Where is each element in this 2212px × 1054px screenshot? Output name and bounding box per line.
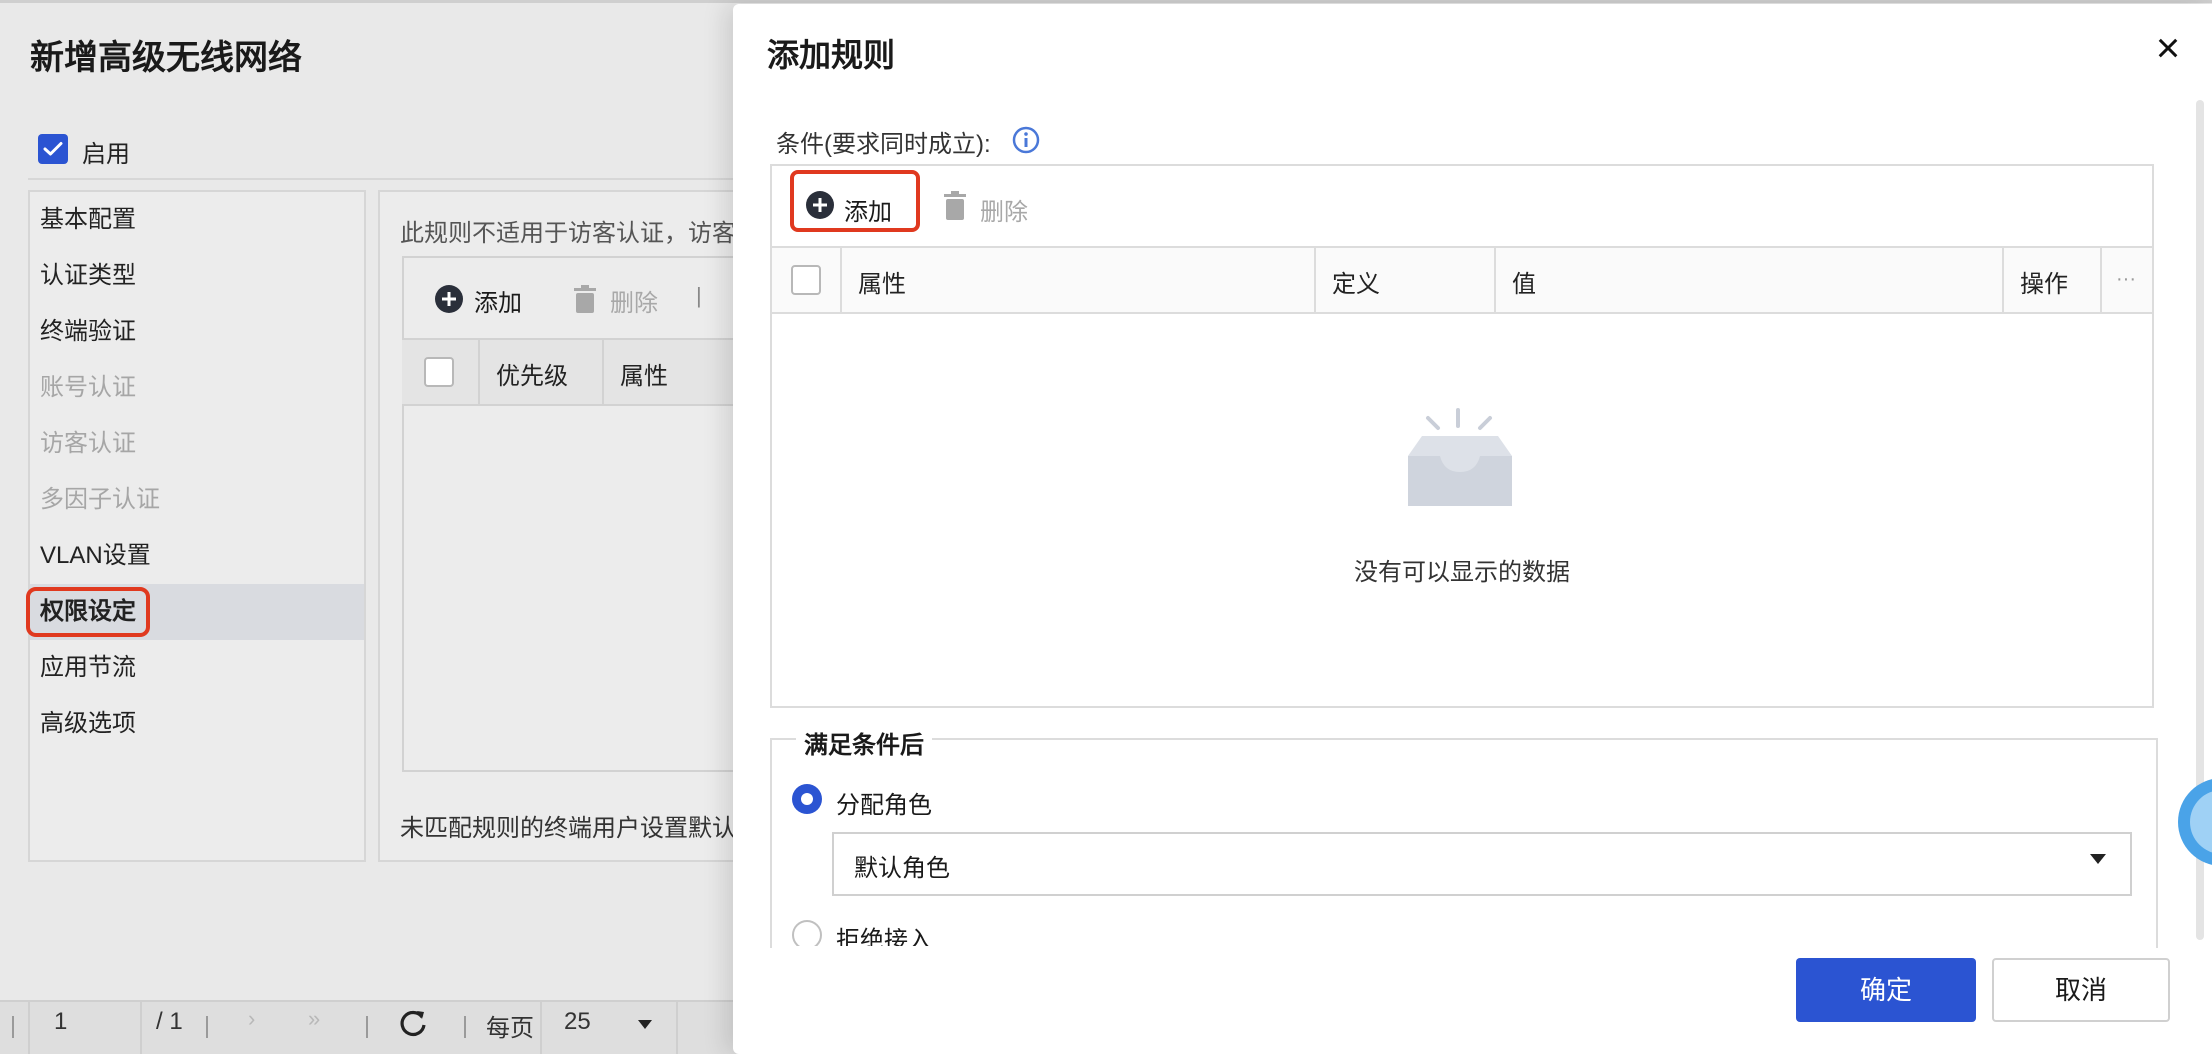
deny-access-label[interactable]: 拒绝接入: [836, 920, 932, 946]
enable-label: 启用: [82, 141, 130, 168]
nav-item-account-auth: 账号认证: [40, 374, 136, 401]
page-number: 1: [54, 1008, 68, 1035]
deny-access-option: 拒绝接入: [770, 912, 2158, 946]
select-all-checkbox[interactable]: [791, 265, 821, 295]
column-header-actions[interactable]: 操作: [2020, 264, 2068, 299]
nav-item-permissions[interactable]: 权限设定: [26, 584, 364, 640]
cancel-button[interactable]: 取消: [1992, 958, 2170, 1022]
column-header-definition[interactable]: 定义: [1332, 264, 1380, 299]
role-select-value: 默认角色: [854, 855, 950, 882]
bg-delete-button: 删除: [610, 290, 658, 317]
per-page-label: 每页: [486, 1015, 534, 1042]
conditions-label: 条件(要求同时成立):: [776, 131, 991, 158]
toolbar-separator: |: [696, 283, 702, 308]
top-divider: [0, 0, 2212, 3]
page-total: / 1: [156, 1008, 183, 1035]
deny-access-radio[interactable]: [792, 920, 822, 946]
nav-item-endpoint-verify[interactable]: 终端验证: [30, 304, 364, 360]
column-header-attribute[interactable]: 属性: [858, 264, 906, 299]
column-divider: [1314, 246, 1316, 314]
nav-item-vlan[interactable]: VLAN设置: [30, 528, 364, 584]
empty-inbox-icon: [1402, 408, 1518, 508]
close-icon[interactable]: ×: [2148, 27, 2188, 69]
chevron-down-icon: [638, 1020, 652, 1029]
column-header-value[interactable]: 值: [1512, 264, 1536, 299]
divider: [28, 178, 748, 180]
trash-icon: [942, 190, 968, 222]
delete-condition-button: 删除: [980, 199, 1028, 226]
nav-item-auth-type[interactable]: 认证类型: [30, 248, 364, 304]
dialog-title: 添加规则: [767, 37, 896, 73]
nav-item-mfa: 多因子认证: [40, 486, 160, 513]
add-condition-button[interactable]: 添加: [844, 192, 892, 227]
rules-table-header: [402, 338, 762, 406]
check-icon: [43, 142, 63, 156]
radio-dot: [801, 793, 813, 805]
chevron-down-icon: [2090, 854, 2106, 864]
info-icon[interactable]: [1012, 126, 1040, 154]
column-divider: [840, 246, 842, 314]
assign-role-label[interactable]: 分配角色: [836, 785, 932, 820]
per-page-value: 25: [564, 1008, 591, 1035]
add-circle-icon[interactable]: [434, 284, 464, 314]
default-rule-note: 未匹配规则的终端用户设置默认: [400, 815, 736, 842]
pager-separator: [206, 1016, 208, 1038]
after-condition-legend: 满足条件后: [796, 725, 932, 760]
nav-item-guest-auth: 访客认证: [40, 430, 136, 457]
column-divider: [1494, 246, 1496, 314]
next-page-icon[interactable]: ›: [248, 1006, 255, 1032]
pager-separator: [366, 1016, 368, 1038]
column-header-priority[interactable]: 优先级: [496, 356, 568, 391]
highlight-box: [26, 587, 150, 637]
nav-item-basic-config[interactable]: 基本配置: [30, 192, 364, 248]
page-title: 新增高级无线网络: [30, 39, 302, 77]
conditions-table-header: [772, 246, 2152, 314]
pager-separator: [12, 1016, 14, 1038]
more-columns-icon[interactable]: ···: [2116, 268, 2136, 291]
settings-nav: 基本配置 认证类型 终端验证 账号认证 访客认证 多因子认证 VLAN设置 权限…: [26, 190, 366, 862]
bg-add-button[interactable]: 添加: [474, 283, 522, 318]
last-page-icon[interactable]: »: [308, 1006, 320, 1032]
assign-role-radio[interactable]: [792, 784, 822, 814]
rules-table: [402, 256, 762, 772]
nav-item-advanced[interactable]: 高级选项: [30, 696, 364, 752]
page-number-input[interactable]: [28, 1000, 142, 1054]
pager-separator: [464, 1016, 466, 1038]
empty-state-text: 没有可以显示的数据: [1354, 559, 1570, 586]
column-divider: [2100, 246, 2102, 314]
trash-icon: [572, 284, 598, 314]
column-divider: [478, 338, 480, 406]
add-circle-icon[interactable]: [805, 190, 835, 220]
per-page-select[interactable]: [540, 1000, 678, 1054]
refresh-icon[interactable]: [398, 1008, 428, 1038]
select-all-checkbox[interactable]: [424, 357, 454, 387]
role-select[interactable]: [832, 832, 2132, 896]
assistant-float-icon[interactable]: [2176, 772, 2212, 872]
nav-item-app-throttle[interactable]: 应用节流: [30, 640, 364, 696]
confirm-button[interactable]: 确定: [1796, 958, 1976, 1022]
column-header-attribute[interactable]: 属性: [620, 356, 668, 391]
enable-checkbox[interactable]: [38, 134, 68, 164]
column-divider: [2002, 246, 2004, 314]
column-divider: [602, 338, 604, 406]
rule-note: 此规则不适用于访客认证，访客: [400, 220, 736, 247]
